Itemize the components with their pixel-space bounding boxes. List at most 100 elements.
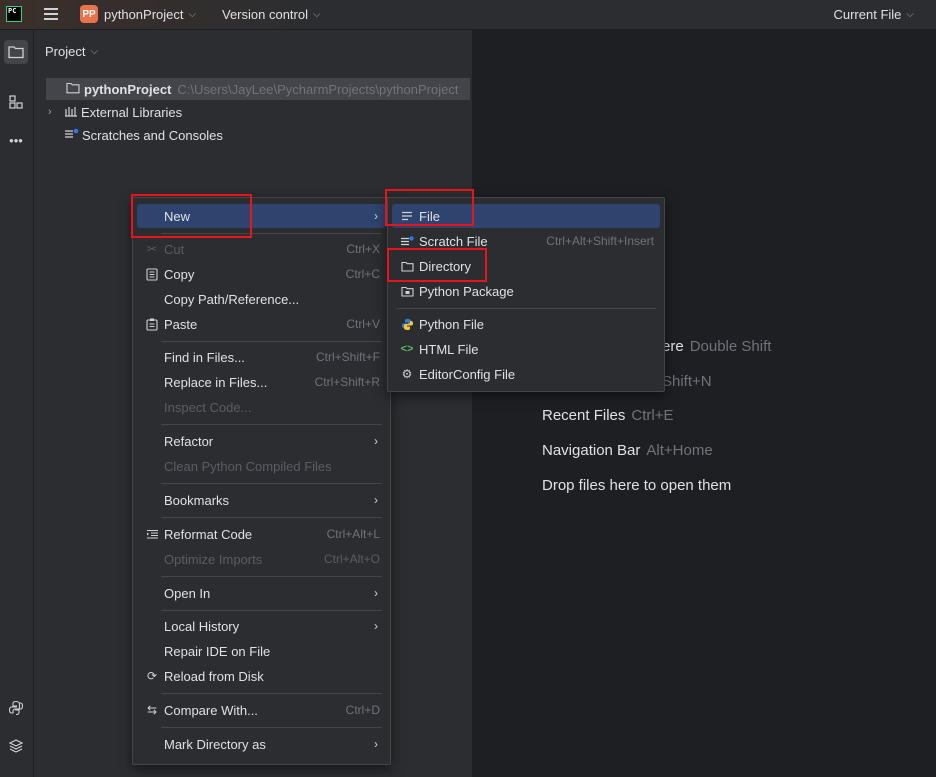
menu-item-reformat-code[interactable]: Reformat Code Ctrl+Alt+L bbox=[137, 522, 386, 546]
menu-item-bookmarks[interactable]: Bookmarks › bbox=[137, 488, 386, 512]
chevron-right-icon: › bbox=[374, 737, 378, 751]
submenu-item-scratch-file[interactable]: Scratch File Ctrl+Alt+Shift+Insert bbox=[392, 229, 660, 253]
python-packages-icon[interactable] bbox=[4, 696, 28, 720]
menu-item-label: Repair IDE on File bbox=[164, 643, 271, 659]
hint-drop-files: Drop files here to open them bbox=[542, 477, 731, 494]
menu-item-shortcut: Ctrl+V bbox=[346, 317, 380, 331]
menu-item-reload-from-disk[interactable]: ⟳ Reload from Disk bbox=[137, 664, 386, 688]
menu-separator bbox=[161, 576, 382, 577]
hint-shortcut: Double Shift bbox=[689, 338, 772, 355]
scratches-icon bbox=[64, 128, 79, 143]
chevron-right-icon: › bbox=[374, 586, 378, 600]
menu-item-label: Clean Python Compiled Files bbox=[164, 458, 332, 474]
menu-item-label: Python File bbox=[419, 316, 485, 332]
menu-item-shortcut: Ctrl+C bbox=[345, 267, 380, 281]
structure-icon[interactable] bbox=[4, 90, 28, 114]
menu-item-shortcut: Ctrl+D bbox=[345, 703, 380, 717]
menu-item-label: Copy bbox=[164, 266, 195, 282]
hint-text: Navigation Bar bbox=[542, 442, 641, 459]
menu-item-compare-with[interactable]: ⇆ Compare With... Ctrl+D bbox=[137, 698, 386, 722]
menu-item-inspect-code[interactable]: Inspect Code... bbox=[137, 395, 386, 419]
menu-item-find-in-files[interactable]: Find in Files... Ctrl+Shift+F bbox=[137, 345, 386, 369]
hint-recent-files: Recent Files Ctrl+E bbox=[542, 407, 673, 424]
menu-item-cut[interactable]: ✂ Cut Ctrl+X bbox=[137, 237, 386, 261]
menu-item-label: Bookmarks bbox=[164, 492, 230, 508]
menu-item-label: Paste bbox=[164, 316, 198, 332]
menu-item-paste[interactable]: Paste Ctrl+V bbox=[137, 312, 386, 336]
menu-item-shortcut: Ctrl+Alt+Shift+Insert bbox=[546, 234, 654, 248]
chevron-right-icon: › bbox=[374, 434, 378, 448]
run-config-label: Current File bbox=[833, 7, 902, 22]
context-menu: New › ✂ Cut Ctrl+X Copy Ctrl+C Copy Path… bbox=[132, 197, 391, 765]
menu-item-mark-directory[interactable]: Mark Directory as › bbox=[137, 732, 386, 756]
menu-item-label: Reformat Code bbox=[164, 526, 253, 542]
hint-text: Recent Files bbox=[542, 407, 626, 424]
menu-item-copy[interactable]: Copy Ctrl+C bbox=[137, 262, 386, 286]
tree-row-scratches[interactable]: Scratches and Consoles bbox=[64, 124, 223, 146]
project-badge: PP bbox=[80, 5, 98, 23]
menu-item-label: Compare With... bbox=[164, 702, 258, 718]
submenu-item-file[interactable]: File bbox=[392, 204, 660, 228]
root-folder-path: C:\Users\JayLee\PycharmProjects\pythonPr… bbox=[177, 81, 459, 97]
submenu-item-html-file[interactable]: <> HTML File bbox=[392, 337, 660, 361]
pycharm-logo-icon[interactable]: PC bbox=[6, 6, 22, 22]
folder-icon bbox=[66, 82, 80, 97]
menu-item-open-in[interactable]: Open In › bbox=[137, 581, 386, 605]
python-file-icon bbox=[400, 317, 414, 331]
menu-separator bbox=[161, 233, 382, 234]
vcs-menu[interactable]: Version control ⌵ bbox=[222, 0, 321, 29]
reload-icon: ⟳ bbox=[146, 669, 158, 683]
menu-item-replace-in-files[interactable]: Replace in Files... Ctrl+Shift+R bbox=[137, 370, 386, 394]
gear-icon: ⚙ bbox=[401, 367, 413, 381]
tree-root-row[interactable]: pythonProject C:\Users\JayLee\PycharmPro… bbox=[46, 78, 470, 100]
scratch-file-icon bbox=[400, 234, 414, 248]
menu-item-local-history[interactable]: Local History › bbox=[137, 614, 386, 638]
menu-item-optimize-imports[interactable]: Optimize Imports Ctrl+Alt+O bbox=[137, 547, 386, 571]
html-file-icon: <> bbox=[400, 343, 414, 355]
chevron-down-icon: ⌵ bbox=[906, 9, 914, 20]
run-config-selector[interactable]: Current File ⌵ bbox=[833, 0, 914, 29]
new-submenu: File Scratch File Ctrl+Alt+Shift+Insert … bbox=[387, 197, 665, 392]
layers-icon[interactable] bbox=[4, 734, 28, 758]
menu-item-label: Optimize Imports bbox=[164, 551, 263, 567]
panel-title-dropdown[interactable]: Project ⌵ bbox=[45, 44, 98, 59]
project-folder-icon[interactable] bbox=[4, 40, 28, 64]
chevron-right-icon: › bbox=[374, 209, 378, 223]
menu-item-label: Local History bbox=[164, 618, 240, 634]
menu-item-shortcut: Ctrl+Shift+F bbox=[315, 350, 380, 364]
menu-item-label: Copy Path/Reference... bbox=[164, 291, 300, 307]
chevron-right-icon: › bbox=[374, 619, 378, 633]
submenu-item-python-package[interactable]: Python Package bbox=[392, 279, 660, 303]
submenu-item-editorconfig[interactable]: ⚙ EditorConfig File bbox=[392, 362, 660, 386]
submenu-item-directory[interactable]: Directory bbox=[392, 254, 660, 278]
submenu-item-python-file[interactable]: Python File bbox=[392, 312, 660, 336]
chevron-right-icon: › bbox=[48, 106, 52, 118]
menu-item-label: Open In bbox=[164, 585, 211, 601]
tree-row-external-libraries[interactable]: › External Libraries bbox=[48, 101, 182, 123]
hint-text: ere bbox=[662, 338, 684, 355]
paste-icon bbox=[145, 317, 159, 331]
menu-item-shortcut: Ctrl+Alt+L bbox=[326, 527, 380, 541]
menu-item-copy-path[interactable]: Copy Path/Reference... bbox=[137, 287, 386, 311]
menu-item-repair-ide[interactable]: Repair IDE on File bbox=[137, 639, 386, 663]
menu-item-label: EditorConfig File bbox=[419, 366, 516, 382]
main-menu-icon[interactable] bbox=[44, 8, 58, 20]
menu-separator bbox=[161, 610, 382, 611]
text-file-icon bbox=[400, 209, 414, 223]
hint-navigation-bar: Navigation Bar Alt+Home bbox=[542, 442, 713, 459]
chevron-down-icon: ⌵ bbox=[313, 9, 321, 20]
scissors-icon: ✂ bbox=[146, 242, 158, 256]
chevron-down-icon: ⌵ bbox=[90, 46, 99, 57]
hint-shortcut: Ctrl+E bbox=[631, 407, 674, 424]
menu-item-label: Replace in Files... bbox=[164, 374, 268, 390]
menu-item-clean-compiled[interactable]: Clean Python Compiled Files bbox=[137, 454, 386, 478]
menu-item-new[interactable]: New › bbox=[137, 204, 386, 228]
editor-area bbox=[473, 30, 936, 777]
menu-item-label: HTML File bbox=[419, 341, 479, 357]
menu-item-refactor[interactable]: Refactor › bbox=[137, 429, 386, 453]
menu-item-shortcut: Ctrl+X bbox=[346, 242, 380, 256]
more-tools-icon[interactable]: ••• bbox=[4, 128, 28, 152]
menu-separator bbox=[161, 517, 382, 518]
project-switcher[interactable]: pythonProject ⌵ bbox=[104, 0, 196, 29]
project-name: pythonProject bbox=[104, 7, 184, 22]
